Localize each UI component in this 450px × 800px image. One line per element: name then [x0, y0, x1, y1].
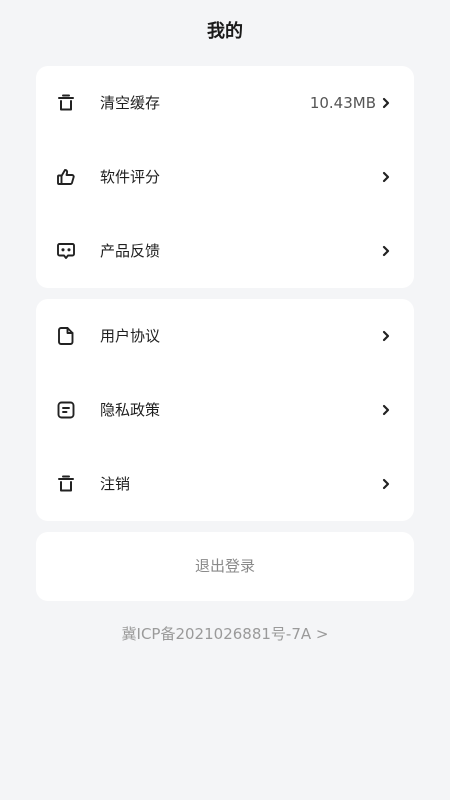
chat-feedback-icon [56, 241, 76, 261]
clear-cache-label: 清空缓存 [100, 94, 161, 112]
user-agreement-label: 用户协议 [100, 327, 161, 345]
icp-filing-link[interactable]: 冀ICP备2021026881号-7A > [0, 622, 450, 646]
thumbs-up-icon [56, 167, 76, 187]
chevron-right-icon [381, 96, 391, 110]
deactivate-account-label: 注销 [100, 475, 131, 493]
settings-card-legal: 用户协议 隐私政策 注销 [36, 299, 414, 521]
user-agreement-row[interactable]: 用户协议 [36, 299, 414, 373]
cache-size-value: 10.43MB [309, 94, 376, 112]
rate-app-row[interactable]: 软件评分 [36, 140, 414, 214]
rate-app-label: 软件评分 [100, 168, 161, 186]
privacy-policy-label: 隐私政策 [100, 401, 161, 419]
chevron-right-icon [381, 477, 391, 491]
chevron-right-icon [381, 244, 391, 258]
document-icon [56, 326, 76, 346]
clear-cache-row[interactable]: 清空缓存 10.43MB [36, 66, 414, 140]
page-title: 我的 [207, 21, 243, 42]
chevron-right-icon [381, 170, 391, 184]
privacy-policy-row[interactable]: 隐私政策 [36, 373, 414, 447]
trash-icon [56, 474, 76, 494]
deactivate-account-row[interactable]: 注销 [36, 447, 414, 521]
feedback-label: 产品反馈 [100, 242, 161, 260]
chevron-right-icon [381, 329, 391, 343]
logout-button[interactable]: 退出登录 [36, 532, 414, 601]
feedback-row[interactable]: 产品反馈 [36, 214, 414, 288]
settings-card-general: 清空缓存 10.43MB 软件评分 产品反馈 [36, 66, 414, 288]
trash-icon [56, 93, 76, 113]
chevron-right-icon [381, 403, 391, 417]
note-icon [56, 400, 76, 420]
